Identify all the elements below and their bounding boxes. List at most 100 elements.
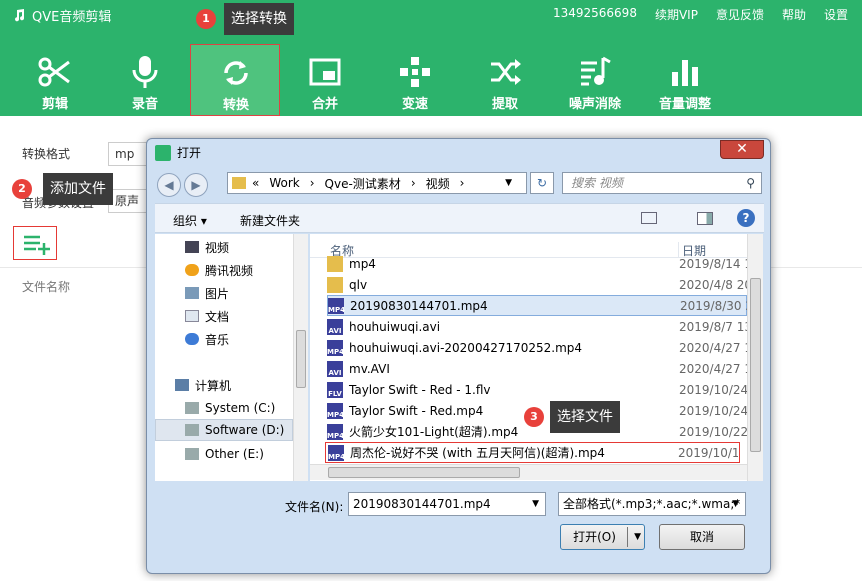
mp4-file-icon: MP4 (328, 297, 345, 314)
help-icon[interactable]: ? (737, 209, 755, 227)
tool-extract[interactable]: 提取 (460, 44, 550, 116)
file-date: 2020/4/27 1 (679, 340, 747, 355)
speed-icon (400, 57, 430, 87)
nav-item-documents[interactable]: 文档 (185, 305, 229, 327)
help-link[interactable]: 帮助 (782, 6, 806, 23)
dialog-title-text: 打开 (177, 146, 202, 160)
nav-item-label: 图片 (205, 286, 230, 301)
file-list-pane: 名称 日期 mp4 2019/8/14 1 qlv 2020/4/8 20 MP4 2… (310, 234, 763, 481)
step-3-tip: 选择文件 (550, 401, 620, 433)
tool-record[interactable]: 录音 (100, 44, 190, 116)
tool-volume-adjust[interactable]: 音量调整 (640, 44, 730, 116)
nav-item-label: 计算机 (195, 378, 232, 393)
file-type-select[interactable]: 全部格式(*.mp3;*.aac;*.wma;* ▼ (558, 492, 746, 516)
noise-removal-icon (581, 56, 611, 86)
video-library-icon (185, 241, 199, 253)
file-name: houhuiwuqi.avi (349, 319, 441, 334)
add-file-button[interactable] (13, 226, 57, 260)
tool-cut[interactable]: 剪辑 (10, 44, 100, 116)
preview-pane-icon[interactable] (697, 212, 713, 225)
chevron-down-icon[interactable]: ▼ (532, 493, 539, 515)
new-folder-button[interactable]: 新建文件夹 (240, 212, 300, 229)
nav-item-label: 音乐 (205, 332, 230, 347)
breadcrumb-separator[interactable]: › (310, 176, 315, 190)
view-options-icon[interactable] (641, 212, 657, 224)
split-divider (627, 527, 628, 547)
file-row[interactable]: qlv 2020/4/8 20 (327, 274, 747, 295)
search-input[interactable]: 搜索 视频 ⚲ (562, 172, 762, 194)
nav-item-label: System (C:) (205, 401, 276, 415)
vscroll-thumb[interactable] (750, 278, 761, 452)
organize-menu[interactable]: 组织 ▾ (173, 212, 207, 229)
address-bar[interactable]: « Work › Qve-测试素材 › 视频 › ▼ (227, 172, 527, 194)
file-row-highlighted[interactable]: MP4 周杰伦-说好不哭 (with 五月天阿信)(超清).mp4 2019/10/… (325, 442, 740, 463)
file-row[interactable]: AVI houhuiwuqi.avi 2019/8/7 13 (327, 316, 747, 337)
tool-speed[interactable]: 变速 (370, 44, 460, 116)
file-date: 2019/8/30 2 (680, 298, 748, 313)
nav-item-computer[interactable]: 计算机 (175, 374, 231, 396)
settings-link[interactable]: 设置 (824, 6, 848, 23)
nav-item-other-e[interactable]: Other (E:) (185, 443, 264, 465)
hscroll-thumb[interactable] (328, 467, 520, 478)
file-name: qlv (349, 277, 368, 292)
breadcrumb-separator[interactable]: › (411, 176, 416, 190)
file-row[interactable]: FLV Taylor Swift - Red - 1.flv 2019/10/24 (327, 379, 747, 400)
file-list-vscrollbar[interactable] (747, 234, 763, 481)
chevron-down-icon[interactable]: ▼ (634, 525, 641, 549)
file-name: 周杰伦-说好不哭 (with 五月天阿信)(超清).mp4 (350, 446, 605, 460)
open-button-label: 打开(O) (573, 530, 616, 544)
breadcrumb-qve[interactable]: Qve-测试素材 (325, 175, 401, 192)
file-row[interactable]: AVI mv.AVI 2020/4/27 1 (327, 358, 747, 379)
close-button[interactable]: ✕ (720, 140, 764, 159)
renew-vip-link[interactable]: 续期VIP (655, 6, 698, 23)
nav-item-software-d[interactable]: Software (D:) (155, 419, 293, 441)
dialog-title: 打开 (155, 144, 201, 161)
file-row-selected[interactable]: MP4 20190830144701.mp4 2019/8/30 2 (327, 295, 748, 316)
cancel-button[interactable]: 取消 (659, 524, 745, 550)
tool-merge[interactable]: 合并 (280, 44, 370, 116)
file-date: 2019/10/22 (679, 424, 747, 439)
app-header: QVE音频剪辑 13492566698 续期VIP 意见反馈 帮助 设置 剪辑 … (0, 0, 862, 116)
open-button[interactable]: 打开(O) ▼ (560, 524, 645, 550)
filename-input[interactable]: 20190830144701.mp4 ▼ (348, 492, 546, 516)
file-type-value: 全部格式(*.mp3;*.aac;*.wma;* (563, 497, 741, 511)
search-icon[interactable]: ⚲ (746, 173, 755, 193)
nav-item-tencent-video[interactable]: 腾讯视频 (185, 259, 253, 281)
nav-item-system-c[interactable]: System (C:) (185, 397, 275, 419)
breadcrumb-work[interactable]: Work (269, 176, 299, 190)
chevron-down-icon[interactable]: ▼ (505, 178, 512, 188)
nav-scrollbar[interactable] (293, 234, 308, 481)
breadcrumb-overflow[interactable]: « (252, 176, 259, 190)
scissors-icon (38, 57, 70, 87)
app-icon (155, 144, 171, 161)
nav-item-label: 文档 (205, 309, 230, 324)
tool-convert[interactable]: 转换 (190, 44, 280, 116)
refresh-button[interactable]: ↻ (530, 172, 554, 194)
feedback-link[interactable]: 意见反馈 (716, 6, 764, 23)
file-date: 2020/4/27 1 (679, 361, 747, 376)
file-name: houhuiwuqi.avi-20200427170252.mp4 (349, 340, 583, 355)
file-date: 2019/10/24 (679, 403, 747, 418)
file-name: mv.AVI (349, 361, 390, 376)
file-name: Taylor Swift - Red - 1.flv (349, 382, 491, 397)
step-2-badge: 2 (12, 179, 32, 199)
file-row[interactable]: mp4 2019/8/14 1 (327, 253, 747, 274)
drive-icon (185, 424, 199, 436)
chevron-down-icon[interactable]: ▼ (732, 493, 739, 515)
back-button[interactable]: ◀ (157, 173, 181, 197)
drive-icon (185, 448, 199, 460)
nav-scroll-thumb[interactable] (296, 330, 306, 388)
file-row[interactable]: MP4 houhuiwuqi.avi-20200427170252.mp4 2020… (327, 337, 747, 358)
file-name: mp4 (349, 256, 376, 271)
tool-noise-removal[interactable]: 噪声消除 (550, 44, 640, 116)
breadcrumb-separator[interactable]: › (460, 176, 465, 190)
add-list-icon (24, 235, 50, 255)
nav-item-music[interactable]: 音乐 (185, 328, 229, 350)
tool-record-label: 录音 (131, 97, 158, 112)
file-list-hscrollbar[interactable] (310, 464, 747, 480)
forward-button[interactable]: ▶ (184, 173, 208, 197)
nav-item-pictures[interactable]: 图片 (185, 282, 229, 304)
step-1-badge: 1 (196, 9, 216, 29)
breadcrumb-video[interactable]: 视频 (426, 175, 450, 192)
nav-item-videos[interactable]: 视频 (185, 236, 229, 258)
